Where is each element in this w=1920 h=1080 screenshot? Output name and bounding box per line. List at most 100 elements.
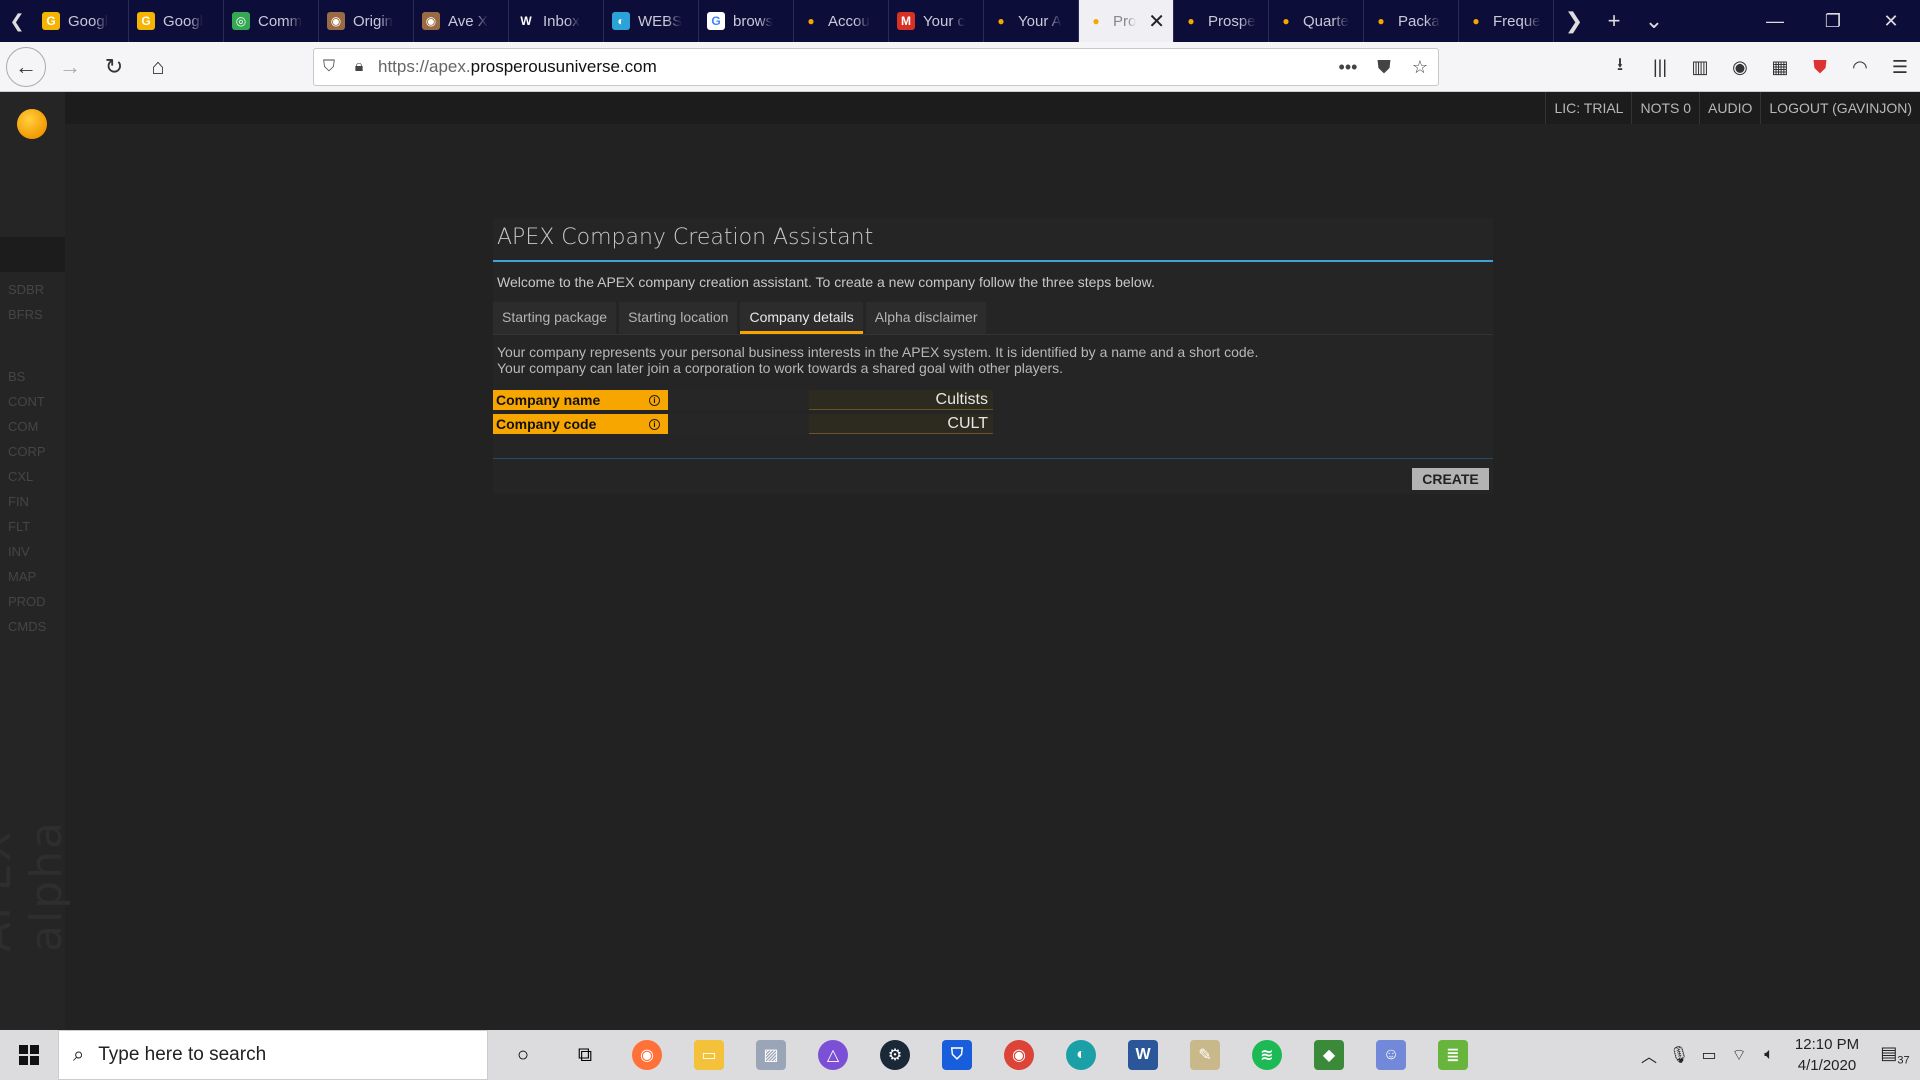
menu-icon[interactable]: ☰	[1880, 57, 1920, 78]
download-icon[interactable]: ⭳	[1600, 52, 1640, 82]
browser-tab[interactable]: W Inbox	[509, 0, 604, 42]
sidebar-item[interactable]: FIN	[8, 494, 29, 509]
paint-icon[interactable]: ✎	[1174, 1030, 1236, 1080]
wizard-tab[interactable]: Alpha disclaimer	[865, 302, 987, 334]
sidebar-toggle-icon[interactable]: ▥	[1680, 57, 1720, 78]
shield-icon[interactable]: ⛉	[314, 58, 344, 76]
company-creation-panel: APEX Company Creation Assistant Welcome …	[493, 218, 1493, 494]
discord-icon[interactable]: ☺	[1360, 1030, 1422, 1080]
wizard-tab[interactable]: Starting location	[619, 302, 738, 334]
browser-tab[interactable]: ● Pro ✕	[1079, 0, 1174, 42]
window-controls: — ❐ ✕	[1746, 0, 1920, 42]
file-explorer-icon[interactable]: ▭	[678, 1030, 740, 1080]
browser-tab[interactable]: ● Accou	[794, 0, 889, 42]
company-code-input[interactable]: CULT	[809, 414, 993, 434]
reload-button[interactable]: ↻	[94, 47, 134, 87]
sidebar-item[interactable]: BS	[8, 369, 25, 384]
sidebar-item[interactable]: CORP	[8, 444, 46, 459]
steam-icon[interactable]: ⚙	[864, 1030, 926, 1080]
browser-tab[interactable]: ● Prospe	[1174, 0, 1269, 42]
browser-tab[interactable]: M Your c	[889, 0, 984, 42]
start-button[interactable]	[0, 1030, 58, 1080]
restore-icon[interactable]: ❐	[1804, 0, 1862, 42]
sidebar-item[interactable]: COM	[8, 419, 38, 434]
affinity-icon[interactable]: △	[802, 1030, 864, 1080]
clock[interactable]: 12:10 PM 4/1/2020	[1784, 1034, 1870, 1076]
browser-tab[interactable]: ◉ Origin	[319, 0, 414, 42]
browser-tab[interactable]: Gbrows	[699, 0, 794, 42]
photos-icon[interactable]: ▨	[740, 1030, 802, 1080]
wizard-tab[interactable]: Company details	[740, 302, 863, 334]
address-bar[interactable]: ⛉ 🔒︎ https://apex.prosperousuniverse.com…	[313, 48, 1439, 86]
sidebar-item[interactable]: CMDS	[8, 619, 46, 634]
sidebar-item[interactable]: PROD	[8, 594, 46, 609]
tab-scroll-right-icon[interactable]: ❯	[1554, 8, 1594, 34]
sidebar-item[interactable]: MAP	[8, 569, 36, 584]
tab-favicon-icon: ◉	[422, 12, 440, 30]
tab-list-icon[interactable]: ⌄	[1634, 8, 1674, 34]
tab-favicon-icon: ◐	[612, 12, 630, 30]
chrome-icon[interactable]: ◉	[988, 1030, 1050, 1080]
action-center-icon[interactable]: ▤37	[1870, 1043, 1920, 1067]
apex-logo-icon[interactable]	[17, 109, 47, 139]
wizard-tab[interactable]: Starting package	[493, 302, 617, 334]
tab-label: Pro	[1113, 12, 1137, 30]
audio-button[interactable]: AUDIO	[1699, 92, 1760, 124]
back-button[interactable]: ←	[6, 46, 46, 87]
extension-icon[interactable]: ▦	[1760, 57, 1800, 78]
browser-tab[interactable]: ◐ WEBS	[604, 0, 699, 42]
sidebar-item[interactable]: SDBR	[8, 282, 44, 297]
sidebar-item[interactable]: BFRS	[8, 307, 43, 322]
task-view-icon[interactable]: ⧉	[554, 1030, 616, 1080]
page-actions-icon[interactable]: •••	[1330, 57, 1366, 78]
close-tab-icon[interactable]: ✕	[1148, 9, 1165, 34]
word-icon[interactable]: W	[1112, 1030, 1174, 1080]
messenger-icon[interactable]: ◐	[1050, 1030, 1112, 1080]
cortana-icon[interactable]: ○	[492, 1030, 554, 1080]
info-icon[interactable]: i	[649, 418, 660, 430]
close-window-icon[interactable]: ✕	[1862, 0, 1920, 42]
info-icon[interactable]: i	[649, 394, 660, 406]
extension-arc-icon[interactable]: ◠	[1840, 57, 1880, 78]
browser-tab[interactable]: ● Quarte	[1269, 0, 1364, 42]
lock-icon[interactable]: 🔒︎	[344, 58, 374, 76]
brave-shield-icon[interactable]: ⛊	[1800, 57, 1840, 78]
new-tab-icon[interactable]: +	[1594, 8, 1634, 34]
microphone-icon[interactable]: 🎙︎	[1664, 1045, 1694, 1065]
sidebar-item[interactable]: FLT	[8, 519, 30, 534]
gem-app-icon[interactable]: ◆	[1298, 1030, 1360, 1080]
create-button[interactable]: CREATE	[1412, 468, 1489, 490]
forward-button[interactable]: →	[50, 47, 90, 87]
minimize-icon[interactable]: —	[1746, 0, 1804, 42]
tab-scroll-left-icon[interactable]: ❮	[0, 0, 34, 42]
browser-tab[interactable]: G Googl	[129, 0, 224, 42]
sidebar-item[interactable]: CXL	[8, 469, 33, 484]
company-name-row: Company name i Cultists	[493, 390, 993, 410]
sidebar-item[interactable]: CONT	[8, 394, 45, 409]
browser-tab[interactable]: ◎ Comm	[224, 0, 319, 42]
tray-expand-icon[interactable]: ︿	[1634, 1043, 1664, 1067]
wifi-icon[interactable]: ⌔	[1724, 1045, 1754, 1065]
bluestacks-icon[interactable]: ≣	[1422, 1030, 1484, 1080]
pocket-icon[interactable]: ⛊	[1366, 57, 1402, 78]
volume-icon[interactable]: 🔈︎	[1754, 1046, 1784, 1064]
browser-tab[interactable]: ● Freque	[1459, 0, 1554, 42]
battery-icon[interactable]: ▭	[1694, 1045, 1724, 1065]
bitwarden-icon[interactable]: ⛉	[926, 1030, 988, 1080]
bookmark-star-icon[interactable]: ☆	[1402, 57, 1438, 78]
account-icon[interactable]: ◉	[1720, 57, 1760, 78]
firefox-icon[interactable]: ◉	[616, 1030, 678, 1080]
browser-tab[interactable]: ● Your A	[984, 0, 1079, 42]
browser-tab[interactable]: ◉ Ave X	[414, 0, 509, 42]
home-button[interactable]: ⌂	[138, 47, 178, 87]
url-text[interactable]: https://apex.prosperousuniverse.com	[378, 57, 657, 77]
company-name-input[interactable]: Cultists	[809, 390, 993, 410]
sidebar-item[interactable]: INV	[8, 544, 30, 559]
logout-button[interactable]: LOGOUT (GAVINJON)	[1760, 92, 1920, 124]
browser-tab[interactable]: G Googl	[34, 0, 129, 42]
browser-tab[interactable]: ● Packa	[1364, 0, 1459, 42]
notifications-button[interactable]: NOTS 0	[1631, 92, 1699, 124]
spotify-icon[interactable]: ≋	[1236, 1030, 1298, 1080]
taskbar-search[interactable]: ⌕ Type here to search	[58, 1030, 488, 1080]
library-icon[interactable]: |||	[1640, 57, 1680, 78]
